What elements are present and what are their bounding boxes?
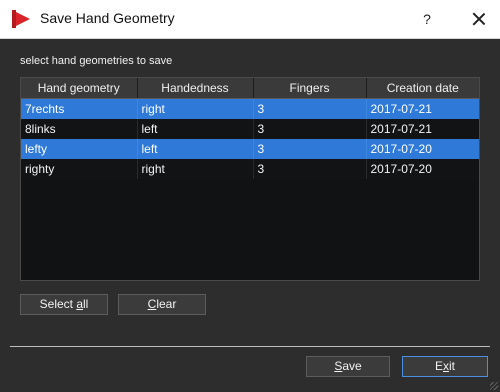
prompt-label: select hand geometries to save [20,55,173,67]
cell-hand-geometry: 7rechts [21,98,138,119]
save-button[interactable]: Save [306,356,390,377]
cell-hand-geometry: lefty [21,139,138,159]
hand-geometry-table: Hand geometry Handedness Fingers Creatio… [20,77,480,281]
play-triangle-icon [12,10,30,28]
table-row[interactable]: righty right 3 2017-07-20 [21,159,479,179]
table-row[interactable]: lefty left 3 2017-07-20 [21,139,479,159]
clear-button[interactable]: Clear [118,294,206,315]
cell-handedness: left [137,139,254,159]
cell-handedness: right [137,98,254,119]
close-icon[interactable] [466,6,492,32]
select-all-button[interactable]: Select all [20,294,108,315]
cell-creation-date: 2017-07-20 [366,139,479,159]
exit-button[interactable]: Exit [402,356,488,377]
save-hand-geometry-dialog: Save Hand Geometry ? select hand geometr… [0,0,500,392]
cell-creation-date: 2017-07-21 [370,122,432,136]
cell-hand-geometry: righty [21,159,138,179]
column-header-hand-geometry[interactable]: Hand geometry [21,78,138,99]
window-title: Save Hand Geometry [40,10,175,26]
table-header-row: Hand geometry Handedness Fingers Creatio… [21,78,479,99]
column-header-creation-date[interactable]: Creation date [366,78,479,99]
cell-fingers: 3 [253,119,367,139]
column-header-fingers[interactable]: Fingers [253,78,367,99]
cell-fingers: 3 [253,98,367,119]
cell-fingers: 3 [253,139,367,159]
table-row[interactable]: 8links left 3 2017-07-21 [21,119,479,139]
cell-handedness: left [137,119,254,139]
footer-separator [10,346,490,347]
cell-hand-geometry: 8links [21,119,138,139]
cell-handedness: right [137,159,254,179]
resize-grip-icon[interactable] [490,382,498,390]
column-header-handedness[interactable]: Handedness [137,78,254,99]
table-row[interactable]: 7rechts right 3 2017-07-21 [21,98,479,119]
cell-creation-date: 2017-07-21 [366,98,479,119]
title-bar: Save Hand Geometry ? [0,0,500,39]
help-button[interactable]: ? [414,7,440,31]
cell-fingers: 3 [253,159,367,179]
cell-creation-date: 2017-07-20 [370,162,432,176]
